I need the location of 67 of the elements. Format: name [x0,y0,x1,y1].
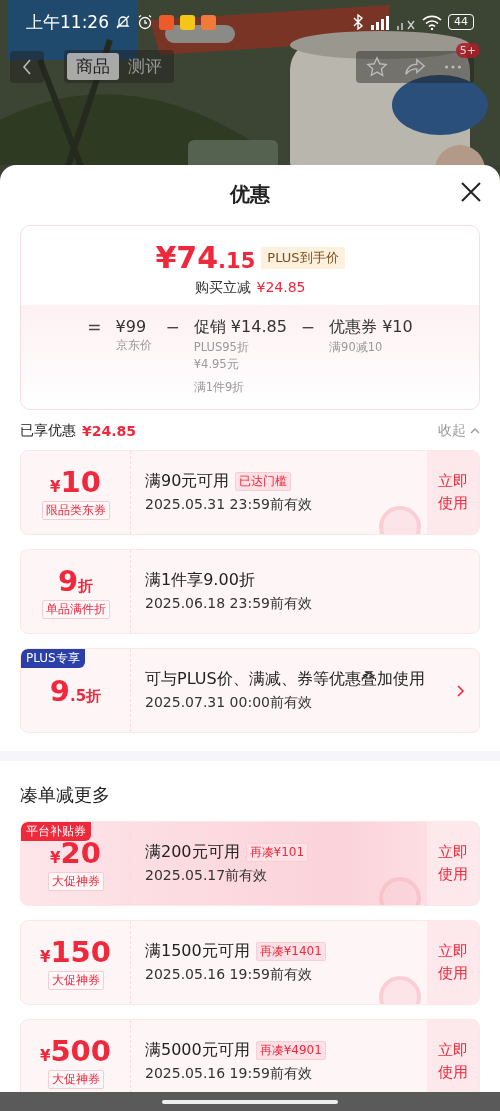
operator-sign: − [165,317,180,339]
bluetooth-icon [352,14,364,30]
coupon-condition: 满5000元可用 [145,1040,250,1061]
use-now-button[interactable]: 立即使用 [427,921,479,1004]
use-now-button[interactable]: 立即使用 [427,822,479,905]
coupon-value: ¥10 [50,465,101,499]
breakdown-amount: ¥99 [115,317,148,336]
coupon-condition: 满90元可用 [145,471,230,492]
coupon-status-tag: 已达门槛 [235,472,292,491]
battery-icon: 44 [448,14,474,30]
coupon-condition: 可与PLUS价、满减、券等优惠叠加使用 [145,669,425,690]
breakdown-note: 满1件9折 [193,380,246,395]
final-price: ¥74.15 [155,240,256,275]
use-now-button[interactable]: 立即使用 [427,451,479,534]
back-button[interactable] [10,50,44,83]
coupon-type-tag: 大促神券 [47,971,104,990]
coupon-validity: 2025.07.31 00:00前有效 [145,694,313,712]
nav-tab[interactable]: 测评 [119,53,171,80]
breakdown-amount: 促销 ¥14.85 [193,317,287,338]
enjoyed-amount: ¥24.85 [82,423,137,439]
coupon-condition: 满1500元可用 [145,941,250,962]
coupon-condition: 满200元可用 [145,842,240,863]
section-title: 凑单减更多 [19,783,111,807]
coupon-condition: 满1件享9.00折 [145,570,255,591]
plus-price-tag: PLUS到手价 [261,246,345,269]
back-icon[interactable] [22,58,32,75]
coupon-status-tag: 再凑¥1401 [255,942,326,961]
operator-sign: = [87,317,102,339]
collapse-button[interactable]: 收起 [438,422,480,440]
coupon-status-tag: 再凑¥101 [245,843,309,862]
coupon-validity: 2025.05.16 19:59前有效 [145,1065,313,1083]
coupon-validity: 2025.05.16 19:59前有效 [145,966,313,984]
coupon-type-tag: 限品类东券 [41,501,110,520]
coupon-validity: 2025.06.18 23:59前有效 [145,595,313,613]
coupon-validity: 2025.05.17前有效 [145,867,269,885]
coupon-value: 9.5折 [49,673,102,708]
coupon-type-tag: 大促神券 [47,1070,104,1089]
reduce-label: 购买立减 [194,279,251,297]
close-icon[interactable] [460,181,482,203]
bell-off-icon [115,14,131,30]
chevron-up-icon[interactable] [470,428,480,434]
coupon-status-tag: 再凑¥4901 [255,1041,326,1060]
signal-icon [370,14,390,30]
coupon-value: 9折 [57,564,94,598]
use-now-button[interactable]: 立即使用 [427,1020,479,1092]
coupon-value: ¥150 [40,935,111,969]
nav-tab[interactable]: 商品 [67,53,119,80]
coupon-corner-badge: PLUS专享 [21,649,85,668]
status-time: 上午11:26 [26,10,109,34]
wifi-icon [422,14,442,30]
coupon-validity: 2025.05.31 23:59前有效 [145,496,313,514]
coupon-type-tag: 单品满件折 [41,600,110,619]
coupon-type-tag: 大促神券 [47,872,104,891]
breakdown-amount: 优惠券 ¥10 [329,317,413,338]
alarm-icon [137,14,153,30]
coupon-corner-badge: 平台补贴券 [21,822,91,841]
star-icon[interactable] [366,55,388,78]
breakdown-note: 满90减10 [329,340,384,355]
enjoyed-label: 已享优惠 [20,422,76,440]
share-icon[interactable] [404,55,426,78]
operator-sign: − [300,317,316,339]
coupon-value: ¥500 [40,1034,111,1068]
sheet-title: 优惠 [230,180,270,208]
breakdown-note: ¥4.95元 [193,357,240,372]
reduce-amount: ¥24.85 [256,279,306,297]
breakdown-note: 京东价 [115,338,152,353]
breakdown-note: PLUS95折 [193,340,250,355]
